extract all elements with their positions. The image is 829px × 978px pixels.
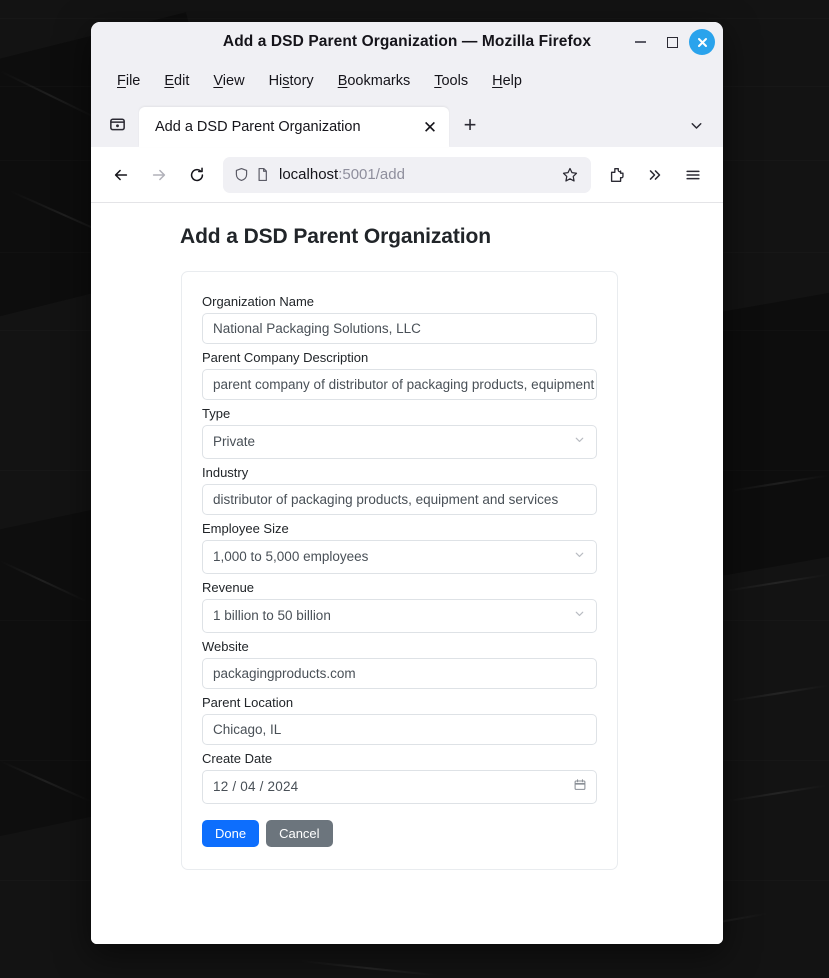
backdrop-streak (0, 560, 87, 602)
shield-icon[interactable] (233, 166, 250, 183)
label-parent-location: Parent Location (202, 695, 597, 710)
minimize-button[interactable] (625, 27, 655, 57)
form-actions: Done Cancel (202, 820, 597, 847)
url-path: :5001/add (338, 166, 405, 183)
field-revenue: Revenue 1 billion to 50 billion (202, 580, 597, 633)
page-info-icon[interactable] (254, 166, 271, 183)
maximize-button[interactable] (657, 27, 687, 57)
backdrop-streak (0, 760, 92, 803)
navigation-toolbar: localhost:5001/add (91, 147, 723, 203)
backdrop-streak (0, 70, 99, 120)
url-host: localhost (279, 166, 338, 183)
reload-icon[interactable] (179, 157, 215, 193)
menu-item-help[interactable]: Help (480, 70, 534, 92)
window-title: Add a DSD Parent Organization — Mozilla … (223, 33, 591, 51)
menu-item-file[interactable]: File (105, 70, 152, 92)
backdrop-streak (725, 574, 829, 592)
input-website[interactable]: packagingproducts.com (202, 658, 597, 689)
field-employee-size: Employee Size 1,000 to 5,000 employees (202, 521, 597, 574)
cancel-button[interactable]: Cancel (266, 820, 332, 847)
firefox-window: Add a DSD Parent Organization — Mozilla … (91, 22, 723, 944)
tab-strip: Add a DSD Parent Organization ✕ + (91, 99, 723, 147)
menu-item-bookmarks[interactable]: Bookmarks (326, 70, 423, 92)
overflow-menu-icon[interactable] (637, 157, 673, 193)
bookmark-star-icon[interactable] (555, 160, 585, 190)
title-bar: Add a DSD Parent Organization — Mozilla … (91, 22, 723, 62)
input-parent-location[interactable]: Chicago, IL (202, 714, 597, 745)
window-controls (625, 22, 715, 62)
label-website: Website (202, 639, 597, 654)
input-organization-name[interactable]: National Packaging Solutions, LLC (202, 313, 597, 344)
forward-icon[interactable] (141, 157, 177, 193)
close-icon[interactable] (689, 29, 715, 55)
select-type[interactable]: Private (202, 425, 597, 459)
field-parent-location: Parent Location Chicago, IL (202, 695, 597, 745)
page-title: Add a DSD Parent Organization (180, 225, 690, 249)
input-industry[interactable]: distributor of packaging products, equip… (202, 484, 597, 515)
field-parent-company-description: Parent Company Description parent compan… (202, 350, 597, 400)
field-type: Type Private (202, 406, 597, 459)
field-website: Website packagingproducts.com (202, 639, 597, 689)
menu-item-view[interactable]: View (201, 70, 256, 92)
field-industry: Industry distributor of packaging produc… (202, 465, 597, 515)
list-all-tabs-icon[interactable] (97, 103, 137, 143)
backdrop-streak (728, 784, 827, 802)
tab-title: Add a DSD Parent Organization (155, 119, 417, 135)
browser-tab-active[interactable]: Add a DSD Parent Organization ✕ (139, 107, 449, 147)
done-button[interactable]: Done (202, 820, 259, 847)
extensions-icon[interactable] (599, 157, 635, 193)
select-employee-size[interactable]: 1,000 to 5,000 employees (202, 540, 597, 574)
tab-close-icon[interactable]: ✕ (417, 114, 443, 140)
backdrop-streak (730, 684, 829, 702)
label-create-date: Create Date (202, 751, 597, 766)
hamburger-menu-icon[interactable] (675, 157, 711, 193)
menu-bar: File Edit View History Bookmarks Tools H… (91, 62, 723, 99)
field-organization-name: Organization Name National Packaging Sol… (202, 294, 597, 344)
input-create-date[interactable]: 12 / 04 / 2024 (202, 770, 597, 804)
label-employee-size: Employee Size (202, 521, 597, 536)
back-icon[interactable] (103, 157, 139, 193)
menu-item-edit[interactable]: Edit (152, 70, 201, 92)
menu-item-tools[interactable]: Tools (422, 70, 480, 92)
label-industry: Industry (202, 465, 597, 480)
label-type: Type (202, 406, 597, 421)
url-bar[interactable]: localhost:5001/add (223, 157, 591, 193)
desktop-background: Add a DSD Parent Organization — Mozilla … (0, 0, 829, 978)
organization-form-card: Organization Name National Packaging Sol… (181, 271, 618, 870)
backdrop-streak (730, 474, 829, 492)
label-organization-name: Organization Name (202, 294, 597, 309)
chevron-down-icon[interactable] (677, 106, 715, 144)
input-parent-company-description[interactable]: parent company of distributor of packagi… (202, 369, 597, 400)
label-parent-company-description: Parent Company Description (202, 350, 597, 365)
select-revenue[interactable]: 1 billion to 50 billion (202, 599, 597, 633)
label-revenue: Revenue (202, 580, 597, 595)
backdrop-streak (300, 960, 439, 977)
menu-item-history[interactable]: History (257, 70, 326, 92)
new-tab-button[interactable]: + (451, 106, 489, 144)
page-content: Add a DSD Parent Organization Organizati… (91, 203, 723, 944)
field-create-date: Create Date 12 / 04 / 2024 (202, 751, 597, 804)
backdrop-band (0, 18, 829, 19)
url-text[interactable]: localhost:5001/add (279, 166, 551, 183)
